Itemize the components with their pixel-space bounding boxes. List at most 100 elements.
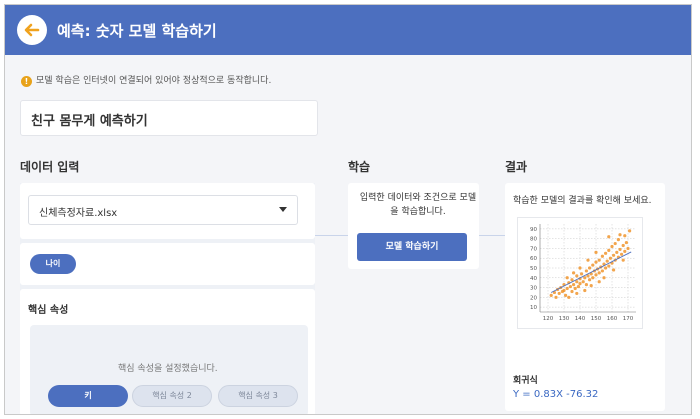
scatter-point <box>607 235 611 239</box>
scatter-point <box>576 284 580 289</box>
scatter-point <box>575 274 579 278</box>
scatter-point <box>607 248 611 252</box>
scatter-point <box>604 266 608 270</box>
scatter-point <box>575 291 579 296</box>
scatter-point <box>600 254 604 258</box>
connector-line <box>479 235 505 236</box>
connection-notice: ! 모델 학습은 인터넷이 연결되어 있어야 정상적으로 동작합니다. <box>21 73 271 87</box>
scatter-point <box>610 244 614 249</box>
scatter-point <box>616 238 620 242</box>
scatter-point <box>568 284 572 289</box>
train-model-button[interactable]: 모델 학습하기 <box>357 233 467 261</box>
scatter-point <box>570 289 574 294</box>
back-button[interactable] <box>17 15 47 45</box>
scatter-point <box>594 273 598 277</box>
x-tick-label: 120 <box>543 316 554 322</box>
scatter-point <box>612 253 616 257</box>
scatter-point <box>594 260 598 264</box>
scatter-point <box>626 246 630 251</box>
scatter-point <box>554 295 558 299</box>
scatter-point <box>623 234 627 238</box>
scatter-point <box>567 295 571 299</box>
scatter-point <box>570 278 574 282</box>
file-select[interactable]: 신체측정자료.xlsx <box>28 195 298 225</box>
file-select-card: 신체측정자료.xlsx <box>20 183 315 239</box>
scatter-point <box>588 278 592 282</box>
scatter-point <box>591 276 595 280</box>
scatter-point <box>584 283 588 287</box>
core-attribute-chip[interactable]: 핵심 속성 2 <box>132 385 212 407</box>
x-tick-label: 150 <box>591 316 602 322</box>
scatter-point <box>578 282 582 286</box>
scatter-point <box>580 272 584 276</box>
training-card: 입력한 데이터와 조건으로 모델을 학습합니다. 모델 학습하기 <box>348 183 479 269</box>
x-tick-label: 170 <box>623 316 634 322</box>
scatter-point <box>572 283 576 287</box>
scatter-point <box>615 250 619 254</box>
data-input-panel: 신체측정자료.xlsx 나이 핵심 속성 핵심 속성을 설정했습니다. 키 핵심… <box>20 183 315 414</box>
scatter-point <box>549 293 553 297</box>
page-title: 예측: 숫자 모델 학습하기 <box>57 22 217 40</box>
result-description: 학습한 모델의 결과를 확인해 보세요. <box>513 196 652 206</box>
y-tick-label: 70 <box>530 246 537 252</box>
core-attribute-placeholder: 핵심 속성을 설정했습니다. <box>118 364 218 374</box>
scatter-point <box>608 256 612 260</box>
training-section-title: 학습 <box>348 160 371 174</box>
training-description: 입력한 데이터와 조건으로 모델을 학습합니다. <box>359 193 477 217</box>
project-name-text: 친구 몸무게 예측하기 <box>31 114 148 129</box>
scatter-point <box>597 271 601 275</box>
scatter-point <box>591 263 595 267</box>
y-tick-label: 50 <box>530 266 537 272</box>
scatter-point <box>589 284 593 288</box>
y-tick-label: 30 <box>530 286 537 292</box>
regression-equation: Y = 0.83X -76.32 <box>513 389 599 400</box>
scatter-point <box>613 241 617 246</box>
core-attribute-chip[interactable]: 핵심 속성 3 <box>218 385 298 407</box>
x-tick-label: 140 <box>575 316 586 322</box>
scatter-point <box>578 266 582 270</box>
scatter-point <box>597 280 601 284</box>
scatter-point <box>621 243 625 248</box>
warning-circle-icon: ! <box>21 76 32 87</box>
scatter-point <box>624 240 628 245</box>
label-card: 나이 <box>20 243 315 285</box>
app-window: 예측: 숫자 모델 학습하기 ! 모델 학습은 인터넷이 연결되어 있어야 정상적… <box>4 4 692 415</box>
scatter-point <box>573 286 577 291</box>
y-tick-label: 10 <box>530 305 537 311</box>
core-attribute-title: 핵심 속성 <box>28 305 69 316</box>
scatter-point <box>612 268 616 272</box>
notice-text: 모델 학습은 인터넷이 연결되어 있어야 정상적으로 동작합니다. <box>36 76 272 86</box>
caret-down-icon <box>279 207 287 212</box>
project-name-field[interactable]: 친구 몸무게 예측하기 <box>20 100 318 136</box>
connector-line <box>315 235 349 236</box>
scatter-point <box>618 247 622 252</box>
scatter-point <box>623 249 627 253</box>
label-chip[interactable]: 나이 <box>30 254 76 274</box>
file-select-value: 신체측정자료.xlsx <box>39 208 118 219</box>
scatter-point <box>618 233 622 237</box>
regression-title: 회귀식 <box>513 376 538 386</box>
scatter-point <box>602 276 606 280</box>
scatter-point <box>562 288 566 293</box>
scatter-point <box>588 266 592 270</box>
scatter-point <box>565 276 569 280</box>
scatter-point <box>621 258 625 262</box>
scatter-point <box>600 269 604 273</box>
x-tick-label: 160 <box>607 316 618 322</box>
result-section-title: 결과 <box>505 160 528 174</box>
scatter-point <box>572 271 576 275</box>
y-tick-label: 90 <box>530 227 537 233</box>
scatter-point <box>557 291 561 296</box>
core-attribute-card: 핵심 속성 핵심 속성을 설정했습니다. 키 핵심 속성 2 핵심 속성 3 <box>20 289 315 414</box>
scatter-point <box>607 264 611 268</box>
scatter-plot: 10 20 30 40 50 60 70 80 90 120 130 140 150 160 170 <box>530 224 636 322</box>
y-tick-label: 80 <box>530 237 537 243</box>
scatter-point <box>605 259 609 263</box>
scatter-point <box>583 276 587 280</box>
x-tick-label: 130 <box>559 316 570 322</box>
core-attribute-chip[interactable]: 키 <box>48 385 128 407</box>
scatter-point <box>594 250 598 254</box>
core-attribute-area: 핵심 속성을 설정했습니다. 키 핵심 속성 2 핵심 속성 3 <box>30 325 308 414</box>
scatter-plot-card: 10 20 30 40 50 60 70 80 90 120 130 140 150 160 170 <box>517 217 643 329</box>
scatter-point <box>584 269 588 273</box>
